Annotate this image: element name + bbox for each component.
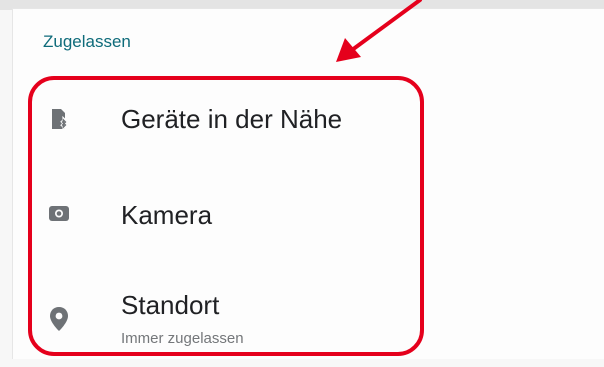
permission-item-camera[interactable]: Kamera (48, 196, 408, 236)
permission-label: Standort (121, 290, 220, 320)
camera-icon (48, 202, 70, 224)
permission-item-nearby-devices[interactable]: Geräte in der Nähe (48, 100, 408, 140)
section-header-allowed: Zugelassen (43, 32, 131, 51)
location-pin-icon (48, 306, 70, 331)
nearby-devices-icon (48, 108, 70, 132)
permission-label: Geräte in der Nähe (121, 104, 343, 134)
permission-label: Kamera (121, 200, 213, 230)
permission-item-location[interactable]: Standort Immer zugelassen (48, 290, 408, 350)
permission-sublabel: Immer zugelassen (121, 330, 244, 347)
